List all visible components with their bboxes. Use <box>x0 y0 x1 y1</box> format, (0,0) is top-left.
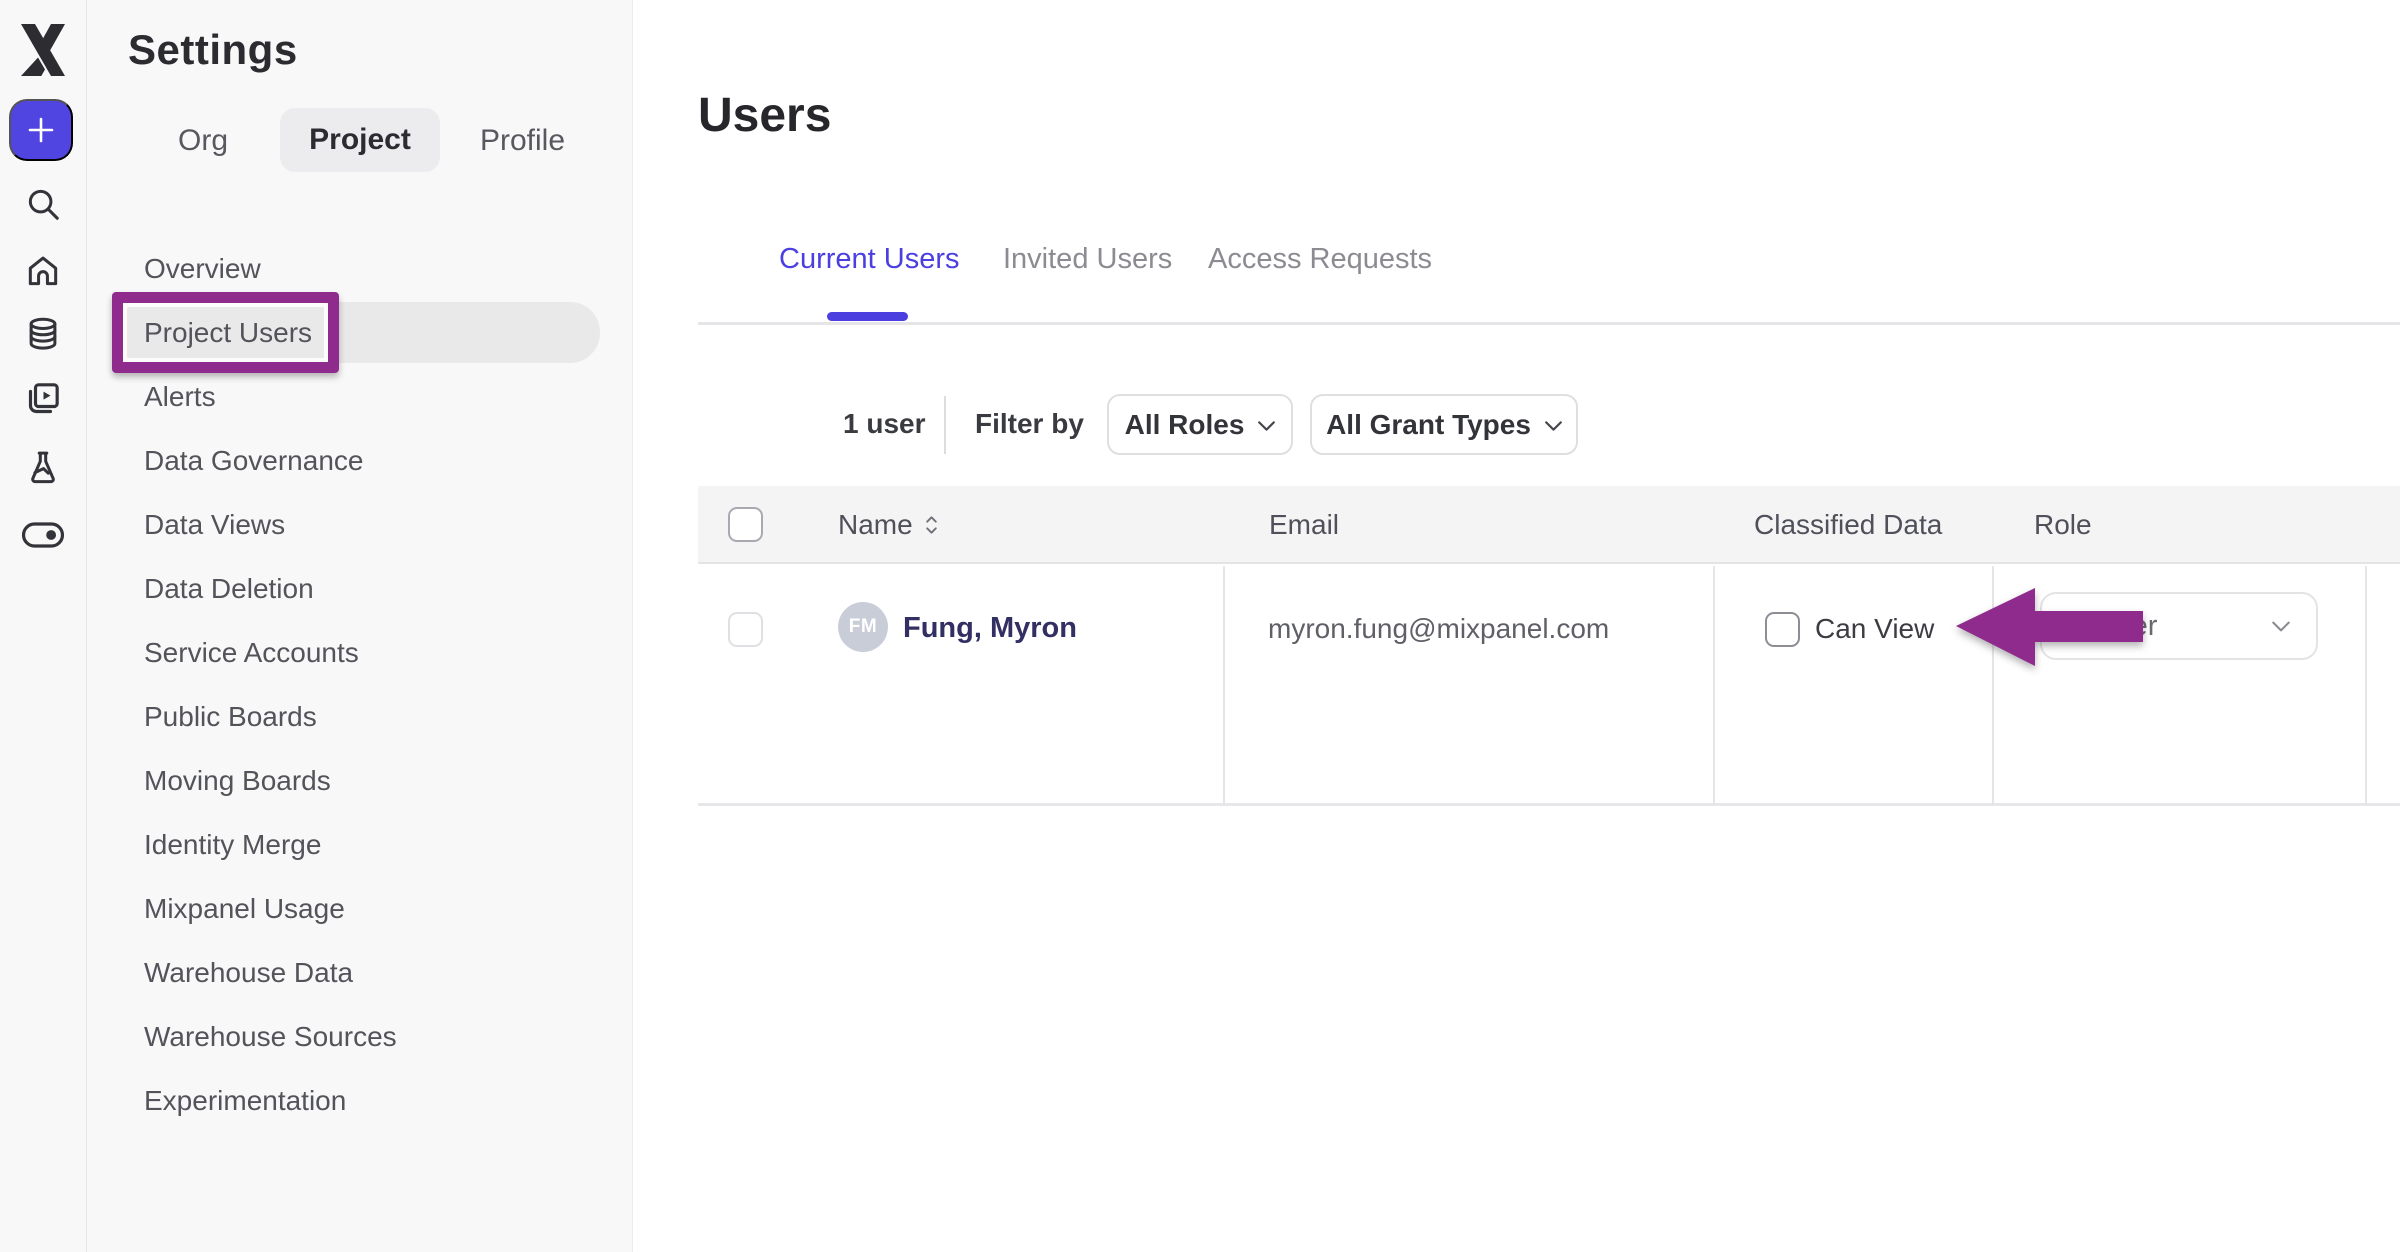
settings-menu: Overview Project Users Alerts Data Gover… <box>87 237 633 1133</box>
column-header-classified-data: Classified Data <box>1754 486 1942 564</box>
users-tabs: Current Users Invited Users Access Reque… <box>634 243 2400 289</box>
sidebar-item-data-views[interactable]: Data Views <box>87 493 633 557</box>
tab-invited-users[interactable]: Invited Users <box>1003 243 1172 276</box>
sidebar-item-moving-boards[interactable]: Moving Boards <box>87 749 633 813</box>
active-tab-underline <box>827 312 908 321</box>
main-content: Users Current Users Invited Users Access… <box>634 0 2400 1252</box>
classified-data-checkbox[interactable] <box>1765 612 1800 647</box>
sidebar-item-warehouse-data[interactable]: Warehouse Data <box>87 941 633 1005</box>
all-roles-label: All Roles <box>1125 409 1245 441</box>
tab-profile[interactable]: Profile <box>480 118 565 164</box>
all-grant-types-label: All Grant Types <box>1326 409 1531 441</box>
chevron-down-icon <box>2272 621 2290 632</box>
chevron-down-icon <box>1545 421 1562 431</box>
settings-sidebar: Settings Org Project Profile Overview Pr… <box>87 0 633 1252</box>
boards-icon[interactable] <box>21 379 65 419</box>
sidebar-item-warehouse-sources[interactable]: Warehouse Sources <box>87 1005 633 1069</box>
table-row: FM Fung, Myron myron.fung@mixpanel.com C… <box>698 566 2400 806</box>
settings-title: Settings <box>128 26 298 74</box>
icon-rail <box>0 0 87 1252</box>
filter-by-label: Filter by <box>975 408 1084 440</box>
mixpanel-logo-icon[interactable] <box>19 22 67 78</box>
sidebar-item-identity-merge[interactable]: Identity Merge <box>87 813 633 877</box>
chevron-down-icon <box>1258 421 1275 431</box>
select-all-checkbox[interactable] <box>728 507 763 542</box>
sidebar-item-mixpanel-usage[interactable]: Mixpanel Usage <box>87 877 633 941</box>
sidebar-item-public-boards[interactable]: Public Boards <box>87 685 633 749</box>
sidebar-item-overview[interactable]: Overview <box>87 237 633 301</box>
sidebar-item-experimentation[interactable]: Experimentation <box>87 1069 633 1133</box>
classified-can-view-label: Can View <box>1815 613 1934 645</box>
sort-icon[interactable] <box>925 515 938 535</box>
table-header: Name Email Classified Data Role <box>698 486 2400 564</box>
tab-strip-divider <box>698 322 2400 325</box>
tab-project[interactable]: Project <box>280 108 440 172</box>
role-value: Owner <box>2072 610 2272 643</box>
database-icon[interactable] <box>21 314 65 354</box>
create-new-button[interactable] <box>9 99 73 161</box>
avatar: FM <box>838 602 888 652</box>
user-email: myron.fung@mixpanel.com <box>1268 613 1609 645</box>
user-name-link[interactable]: Fung, Myron <box>903 612 1077 645</box>
search-icon[interactable] <box>21 184 65 224</box>
home-icon[interactable] <box>21 251 65 291</box>
sidebar-item-project-users[interactable]: Project Users <box>87 301 633 365</box>
user-count: 1 user <box>843 408 926 440</box>
column-header-email: Email <box>1269 486 1339 564</box>
column-header-role: Role <box>2034 486 2092 564</box>
sidebar-item-data-governance[interactable]: Data Governance <box>87 429 633 493</box>
sidebar-item-data-deletion[interactable]: Data Deletion <box>87 557 633 621</box>
tab-org[interactable]: Org <box>178 118 228 164</box>
row-select-checkbox[interactable] <box>728 612 763 647</box>
tab-access-requests[interactable]: Access Requests <box>1208 243 1432 276</box>
all-roles-dropdown[interactable]: All Roles <box>1107 394 1293 455</box>
role-dropdown[interactable]: Owner <box>2040 592 2318 660</box>
tab-current-users[interactable]: Current Users <box>779 243 960 276</box>
filter-row: 1 user Filter by All Roles All Grant Typ… <box>634 394 2400 456</box>
sidebar-item-alerts[interactable]: Alerts <box>87 365 633 429</box>
feature-toggle-icon[interactable] <box>21 515 65 555</box>
experiments-flask-icon[interactable] <box>21 447 65 487</box>
page-title: Users <box>698 88 831 143</box>
sidebar-item-service-accounts[interactable]: Service Accounts <box>87 621 633 685</box>
vertical-divider <box>944 396 946 454</box>
column-header-name[interactable]: Name <box>838 486 938 564</box>
all-grant-types-dropdown[interactable]: All Grant Types <box>1310 394 1578 455</box>
